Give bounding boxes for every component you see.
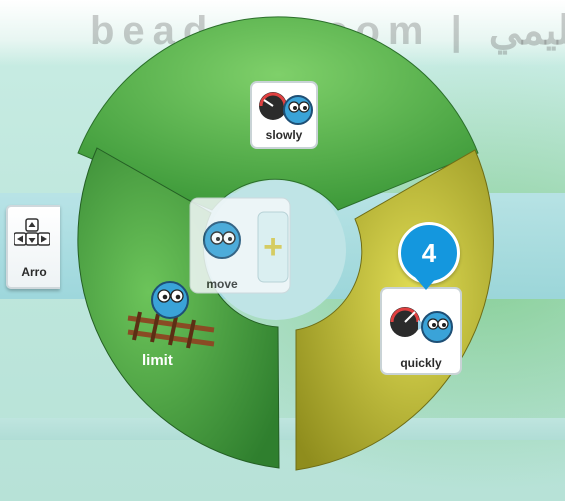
move-block[interactable]: + move <box>189 197 291 294</box>
step-badge-pointer <box>414 276 438 290</box>
slowly-block[interactable]: slowly <box>250 81 318 149</box>
move-label: move <box>206 277 238 291</box>
quickly-block[interactable]: quickly <box>380 287 462 375</box>
wheel-menu: + move slowly quickly <box>77 16 494 471</box>
step-badge: 4 <box>398 222 460 284</box>
slowly-label: slowly <box>266 128 303 142</box>
plus-icon: + <box>263 228 283 266</box>
quickly-label: quickly <box>400 356 442 370</box>
limit-label: limit <box>142 352 173 369</box>
